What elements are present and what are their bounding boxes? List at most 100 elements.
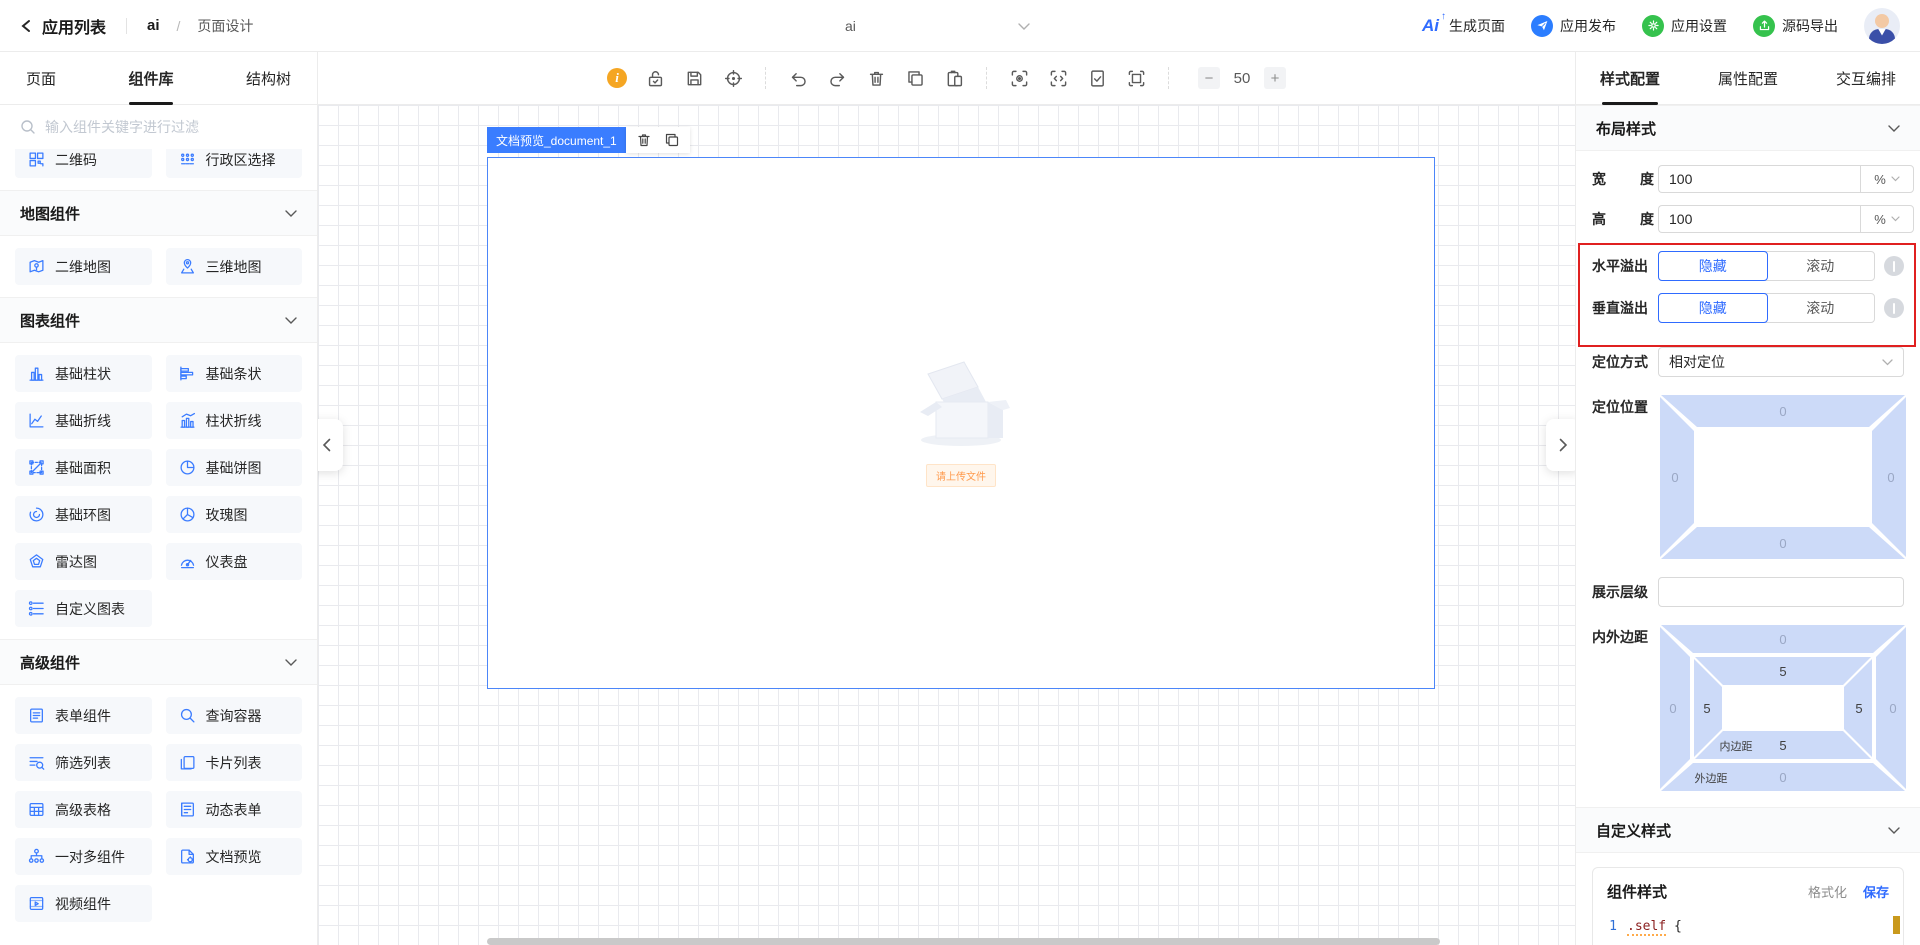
- canvas-grid[interactable]: 文档预览_document_1 请上传文件: [309, 105, 1580, 945]
- custom-style-section-header[interactable]: 自定义样式: [1576, 807, 1920, 853]
- horizontal-overflow-label: 水平溢出: [1592, 258, 1648, 274]
- component-item-label: 查询容器: [205, 707, 262, 724]
- zoom-in-button[interactable]: +: [1264, 67, 1286, 89]
- component-item[interactable]: 筛选列表: [15, 744, 152, 781]
- component-item[interactable]: 基础环图: [15, 496, 152, 533]
- width-input[interactable]: [1658, 165, 1860, 193]
- height-row: 高度 %: [1592, 205, 1914, 233]
- upload-file-button[interactable]: 请上传文件: [926, 463, 996, 487]
- component-item[interactable]: 动态表单: [165, 791, 302, 828]
- height-unit-select[interactable]: %: [1860, 205, 1914, 233]
- component-item[interactable]: 三维地图: [165, 248, 302, 285]
- trash-icon[interactable]: [865, 67, 887, 89]
- layout-style-section-header[interactable]: 布局样式: [1576, 105, 1920, 151]
- css-code-editor[interactable]: 1 .self {: [1593, 913, 1903, 945]
- filter-icon: [28, 754, 45, 771]
- position-mode-select[interactable]: 相对定位: [1658, 347, 1904, 377]
- topbar-action-4[interactable]: 源码导出: [1753, 14, 1838, 37]
- binding-toggle-icon[interactable]: [1884, 298, 1904, 318]
- overflow-hidden-option[interactable]: 隐藏: [1658, 293, 1768, 323]
- binding-toggle-icon[interactable]: [1884, 256, 1904, 276]
- info-icon[interactable]: i: [607, 68, 627, 88]
- section-header[interactable]: 图表组件: [0, 297, 317, 343]
- unlock-icon[interactable]: [644, 67, 666, 89]
- tab-style-config[interactable]: 样式配置: [1600, 52, 1660, 105]
- tab-property-config[interactable]: 属性配置: [1718, 52, 1778, 105]
- overflow-scroll-option[interactable]: 滚动: [1767, 252, 1875, 280]
- section-header[interactable]: 地图组件: [0, 190, 317, 236]
- component-item[interactable]: 一对多组件: [15, 838, 152, 875]
- zoom-out-button[interactable]: −: [1198, 67, 1220, 89]
- selection-badge: 文档预览_document_1: [487, 127, 626, 153]
- component-search-input[interactable]: [45, 119, 297, 135]
- barline-icon: [179, 412, 196, 429]
- component-item[interactable]: 仪表盘: [165, 543, 302, 580]
- component-item[interactable]: 基础柱状: [15, 355, 152, 392]
- delete-component-icon[interactable]: [636, 132, 652, 148]
- overflow-hidden-option[interactable]: 隐藏: [1658, 251, 1768, 281]
- component-item-label: 玫瑰图: [205, 506, 248, 523]
- height-input[interactable]: [1658, 205, 1860, 233]
- tab-interaction-config[interactable]: 交互编排: [1836, 52, 1896, 105]
- format-button[interactable]: 格式化: [1808, 882, 1847, 901]
- section-header[interactable]: 高级组件: [0, 639, 317, 685]
- component-item[interactable]: 基础面积: [15, 449, 152, 486]
- user-avatar[interactable]: [1864, 7, 1900, 44]
- component-item[interactable]: 二维地图: [15, 248, 152, 285]
- component-item[interactable]: 查询容器: [165, 697, 302, 734]
- doc-check-icon[interactable]: [1086, 67, 1108, 89]
- topbar-action-2[interactable]: 应用发布: [1531, 14, 1616, 37]
- form-icon: [28, 707, 45, 724]
- tab-component-library[interactable]: 组件库: [128, 52, 173, 105]
- component-item-label: 自定义图表: [55, 600, 125, 617]
- tab-structure-tree[interactable]: 结构树: [246, 52, 291, 105]
- z-index-input[interactable]: [1658, 577, 1904, 607]
- undo-icon[interactable]: [787, 67, 809, 89]
- topbar-action-3[interactable]: 应用设置: [1642, 14, 1727, 37]
- component-item[interactable]: 表单组件: [15, 697, 152, 734]
- paste-icon[interactable]: [943, 67, 965, 89]
- component-item[interactable]: 视频组件: [15, 885, 152, 922]
- component-item-label: 基础环图: [55, 506, 111, 523]
- component-sidebar: 页面 组件库 结构树 二维码行政区选择地图组件二维地图三维地图图表组件基础柱状基…: [0, 52, 318, 945]
- position-offsets-diagram[interactable]: 0 0 0 0: [1658, 393, 1908, 561]
- component-item[interactable]: 基础折线: [15, 402, 152, 439]
- component-list[interactable]: 二维码 行政区选择地图组件二维地图 三维地图图表组件基础柱状 基础条状基础折线 柱状折线…: [0, 149, 317, 945]
- component-item[interactable]: 卡片列表: [165, 744, 302, 781]
- component-item[interactable]: 高级表格: [15, 791, 152, 828]
- code-icon[interactable]: [1047, 67, 1069, 89]
- width-unit-select[interactable]: %: [1860, 165, 1914, 193]
- editor-scrollbar-thumb[interactable]: [1893, 916, 1900, 934]
- component-item[interactable]: 二维码: [15, 149, 152, 178]
- component-item[interactable]: 玫瑰图: [165, 496, 302, 533]
- canvas-horizontal-scrollbar[interactable]: [487, 938, 1440, 945]
- component-item-label: 基础折线: [55, 412, 111, 429]
- back-icon[interactable]: [20, 19, 32, 33]
- copy-icon[interactable]: [904, 67, 926, 89]
- overflow-scroll-option[interactable]: 滚动: [1767, 294, 1875, 322]
- copy-component-icon[interactable]: [664, 132, 680, 148]
- frame-icon[interactable]: [1125, 67, 1147, 89]
- page-selector-dropdown[interactable]: ai: [800, 0, 1040, 52]
- position-mode-value: 相对定位: [1669, 354, 1725, 370]
- component-item[interactable]: 行政区选择: [165, 149, 302, 178]
- map3d-icon: [179, 258, 196, 275]
- position-offsets-row: 定位位置 0 0 0 0: [1592, 393, 1906, 561]
- document-preview-component[interactable]: 请上传文件: [487, 157, 1435, 689]
- component-item[interactable]: 自定义图表: [15, 590, 152, 627]
- spacing-diagram[interactable]: 0 0 0 0 5 5 5 5 内边距 外边距: [1658, 623, 1908, 793]
- component-item[interactable]: 文档预览: [165, 838, 302, 875]
- component-item[interactable]: 基础饼图: [165, 449, 302, 486]
- tab-pages[interactable]: 页面: [26, 52, 56, 105]
- topbar-action-1[interactable]: Ai ↑ 生成页面: [1422, 11, 1505, 36]
- component-item[interactable]: 基础条状: [165, 355, 302, 392]
- crosshair-icon[interactable]: [722, 67, 744, 89]
- save-icon[interactable]: [683, 67, 705, 89]
- horizontal-overflow-segmented: 隐藏 滚动: [1658, 251, 1875, 281]
- back-label[interactable]: 应用列表: [42, 14, 106, 38]
- component-item[interactable]: 柱状折线: [165, 402, 302, 439]
- save-button[interactable]: 保存: [1863, 882, 1889, 901]
- preview-icon[interactable]: [1008, 67, 1030, 89]
- redo-icon[interactable]: [826, 67, 848, 89]
- component-item[interactable]: 雷达图: [15, 543, 152, 580]
